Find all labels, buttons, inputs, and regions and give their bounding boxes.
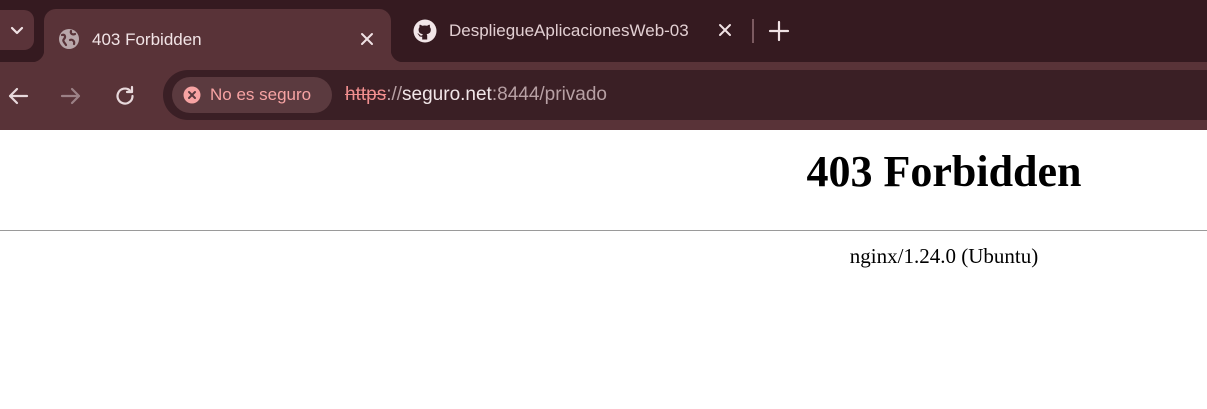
url-scheme: https xyxy=(345,84,387,105)
security-label: No es seguro xyxy=(210,85,312,104)
url-host: seguro.net xyxy=(402,84,492,105)
globe-icon xyxy=(59,29,79,49)
not-secure-icon xyxy=(183,86,201,104)
toolbar: No es seguro https://seguro.net:8444/pri… xyxy=(0,62,1207,130)
chevron-down-icon xyxy=(10,26,24,35)
url-separator: :// xyxy=(386,84,403,105)
server-signature: nginx/1.24.0 (Ubuntu) xyxy=(849,244,1039,268)
new-tab-button[interactable] xyxy=(766,18,792,44)
github-icon xyxy=(413,19,437,43)
url-path: :8444/privado xyxy=(491,84,607,105)
back-icon[interactable] xyxy=(3,81,33,111)
url-text[interactable]: https://seguro.net:8444/privado xyxy=(345,84,607,106)
forward-icon[interactable] xyxy=(56,81,86,111)
page-content: 403 Forbidden nginx/1.24.0 (Ubuntu) xyxy=(0,130,1207,409)
reload-icon[interactable] xyxy=(110,81,140,111)
close-icon[interactable] xyxy=(357,29,377,49)
tab-active[interactable]: 403 Forbidden xyxy=(32,9,403,62)
divider xyxy=(0,230,1207,231)
tab-divider xyxy=(752,19,754,43)
tab-title: DespliegueAplicacionesWeb-03 xyxy=(449,21,689,40)
tab-strip: 403 Forbidden DespliegueAplicacionesWeb-… xyxy=(0,0,1207,62)
address-bar[interactable]: No es seguro https://seguro.net:8444/pri… xyxy=(163,70,1207,120)
close-icon[interactable] xyxy=(715,20,735,40)
page-title: 403 Forbidden xyxy=(806,147,1082,196)
tab-title: 403 Forbidden xyxy=(92,30,202,49)
tab-search-button[interactable] xyxy=(0,10,34,50)
security-chip[interactable]: No es seguro xyxy=(172,77,332,113)
